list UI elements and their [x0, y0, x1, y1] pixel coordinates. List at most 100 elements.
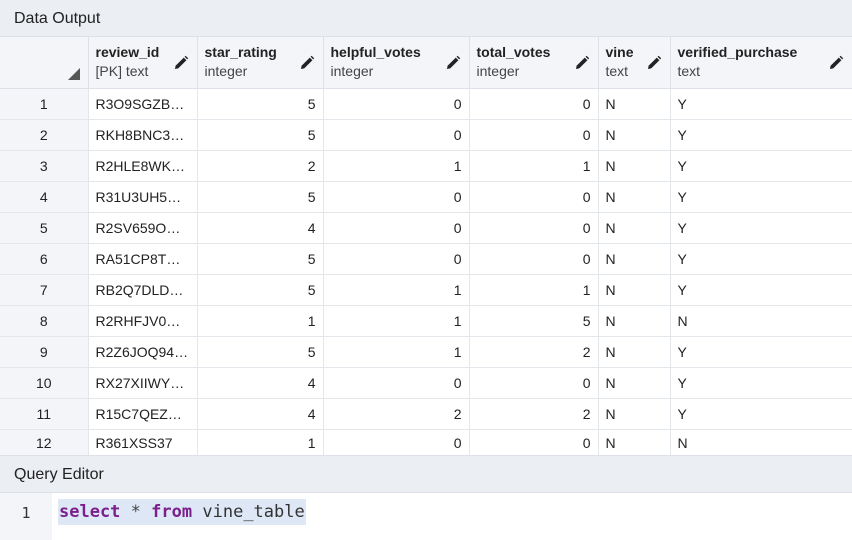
table-row[interactable]: 6 RA51CP8TR… 5 0 0 N Y: [0, 243, 852, 275]
table-row[interactable]: 9 R2Z6JOQ94… 5 1 2 N Y: [0, 336, 852, 368]
cell-review-id[interactable]: R31U3UH5A…: [88, 181, 198, 213]
cell-vine[interactable]: N: [598, 429, 671, 455]
row-number[interactable]: 9: [0, 336, 89, 368]
cell-verified-purchase[interactable]: Y: [670, 274, 852, 306]
cell-star-rating[interactable]: 1: [197, 429, 324, 455]
cell-verified-purchase[interactable]: Y: [670, 181, 852, 213]
code-line-selected[interactable]: select * from vine_table: [58, 499, 306, 525]
cell-star-rating[interactable]: 4: [197, 212, 324, 244]
table-row[interactable]: 10 RX27XIIWY5… 4 0 0 N Y: [0, 367, 852, 399]
query-editor[interactable]: 1 select * from vine_table: [0, 493, 852, 540]
column-header-verified-purchase[interactable]: verified_purchase text: [670, 37, 852, 89]
cell-helpful-votes[interactable]: 0: [323, 243, 470, 275]
column-header-star-rating[interactable]: star_rating integer: [197, 37, 324, 89]
cell-vine[interactable]: N: [598, 181, 671, 213]
row-number[interactable]: 10: [0, 367, 89, 399]
cell-vine[interactable]: N: [598, 212, 671, 244]
cell-helpful-votes[interactable]: 2: [323, 398, 470, 430]
row-number[interactable]: 3: [0, 150, 89, 182]
pencil-icon[interactable]: [574, 55, 590, 71]
cell-vine[interactable]: N: [598, 119, 671, 151]
cell-review-id[interactable]: R2Z6JOQ94…: [88, 336, 198, 368]
cell-review-id[interactable]: R2HLE8WKZ…: [88, 150, 198, 182]
table-row[interactable]: 11 R15C7QEZT… 4 2 2 N Y: [0, 398, 852, 430]
cell-vine[interactable]: N: [598, 367, 671, 399]
cell-total-votes[interactable]: 0: [469, 88, 599, 120]
cell-verified-purchase[interactable]: Y: [670, 243, 852, 275]
cell-star-rating[interactable]: 5: [197, 88, 324, 120]
row-number[interactable]: 6: [0, 243, 89, 275]
cell-total-votes[interactable]: 0: [469, 243, 599, 275]
cell-total-votes[interactable]: 5: [469, 305, 599, 337]
cell-star-rating[interactable]: 5: [197, 243, 324, 275]
cell-total-votes[interactable]: 2: [469, 336, 599, 368]
cell-vine[interactable]: N: [598, 274, 671, 306]
row-number[interactable]: 11: [0, 398, 89, 430]
cell-total-votes[interactable]: 1: [469, 274, 599, 306]
cell-verified-purchase[interactable]: N: [670, 429, 852, 455]
cell-vine[interactable]: N: [598, 336, 671, 368]
cell-vine[interactable]: N: [598, 150, 671, 182]
table-row[interactable]: 2 RKH8BNC3L… 5 0 0 N Y: [0, 119, 852, 151]
cell-helpful-votes[interactable]: 0: [323, 88, 470, 120]
cell-review-id[interactable]: R2RHFJV0U…: [88, 305, 198, 337]
cell-helpful-votes[interactable]: 0: [323, 367, 470, 399]
cell-helpful-votes[interactable]: 0: [323, 429, 470, 455]
cell-review-id[interactable]: RA51CP8TR…: [88, 243, 198, 275]
table-row[interactable]: 4 R31U3UH5A… 5 0 0 N Y: [0, 181, 852, 213]
cell-star-rating[interactable]: 4: [197, 367, 324, 399]
cell-review-id[interactable]: RKH8BNC3L…: [88, 119, 198, 151]
cell-star-rating[interactable]: 2: [197, 150, 324, 182]
cell-total-votes[interactable]: 1: [469, 150, 599, 182]
cell-total-votes[interactable]: 2: [469, 398, 599, 430]
row-number[interactable]: 2: [0, 119, 89, 151]
cell-review-id[interactable]: R2SV659OU…: [88, 212, 198, 244]
cell-total-votes[interactable]: 0: [469, 181, 599, 213]
cell-star-rating[interactable]: 5: [197, 336, 324, 368]
cell-helpful-votes[interactable]: 1: [323, 274, 470, 306]
table-row[interactable]: 12 R361XSS37 1 0 0 N N: [0, 429, 852, 455]
cell-total-votes[interactable]: 0: [469, 429, 599, 455]
cell-total-votes[interactable]: 0: [469, 367, 599, 399]
table-row[interactable]: 1 R3O9SGZBV… 5 0 0 N Y: [0, 88, 852, 120]
cell-verified-purchase[interactable]: N: [670, 305, 852, 337]
cell-vine[interactable]: N: [598, 398, 671, 430]
row-number[interactable]: 4: [0, 181, 89, 213]
cell-verified-purchase[interactable]: Y: [670, 119, 852, 151]
cell-star-rating[interactable]: 5: [197, 274, 324, 306]
table-row[interactable]: 8 R2RHFJV0U… 1 1 5 N N: [0, 305, 852, 337]
row-number[interactable]: 7: [0, 274, 89, 306]
row-number[interactable]: 1: [0, 88, 89, 120]
cell-review-id[interactable]: R15C7QEZT…: [88, 398, 198, 430]
cell-verified-purchase[interactable]: Y: [670, 398, 852, 430]
row-number[interactable]: 5: [0, 212, 89, 244]
select-all-corner[interactable]: [0, 37, 89, 89]
cell-star-rating[interactable]: 5: [197, 181, 324, 213]
cell-review-id[interactable]: R3O9SGZBV…: [88, 88, 198, 120]
cell-vine[interactable]: N: [598, 305, 671, 337]
cell-star-rating[interactable]: 4: [197, 398, 324, 430]
cell-helpful-votes[interactable]: 1: [323, 150, 470, 182]
cell-helpful-votes[interactable]: 0: [323, 212, 470, 244]
cell-review-id[interactable]: RX27XIIWY5…: [88, 367, 198, 399]
cell-verified-purchase[interactable]: Y: [670, 336, 852, 368]
pencil-icon[interactable]: [828, 55, 844, 71]
cell-verified-purchase[interactable]: Y: [670, 88, 852, 120]
cell-review-id[interactable]: R361XSS37: [88, 429, 198, 455]
cell-verified-purchase[interactable]: Y: [670, 212, 852, 244]
table-row[interactable]: 3 R2HLE8WKZ… 2 1 1 N Y: [0, 150, 852, 182]
cell-star-rating[interactable]: 5: [197, 119, 324, 151]
column-header-review-id[interactable]: review_id [PK] text: [88, 37, 198, 89]
cell-helpful-votes[interactable]: 1: [323, 305, 470, 337]
cell-verified-purchase[interactable]: Y: [670, 367, 852, 399]
cell-star-rating[interactable]: 1: [197, 305, 324, 337]
cell-total-votes[interactable]: 0: [469, 212, 599, 244]
cell-helpful-votes[interactable]: 1: [323, 336, 470, 368]
cell-verified-purchase[interactable]: Y: [670, 150, 852, 182]
pencil-icon[interactable]: [646, 55, 662, 71]
cell-vine[interactable]: N: [598, 88, 671, 120]
cell-total-votes[interactable]: 0: [469, 119, 599, 151]
pencil-icon[interactable]: [445, 55, 461, 71]
column-header-helpful-votes[interactable]: helpful_votes integer: [323, 37, 470, 89]
cell-helpful-votes[interactable]: 0: [323, 119, 470, 151]
